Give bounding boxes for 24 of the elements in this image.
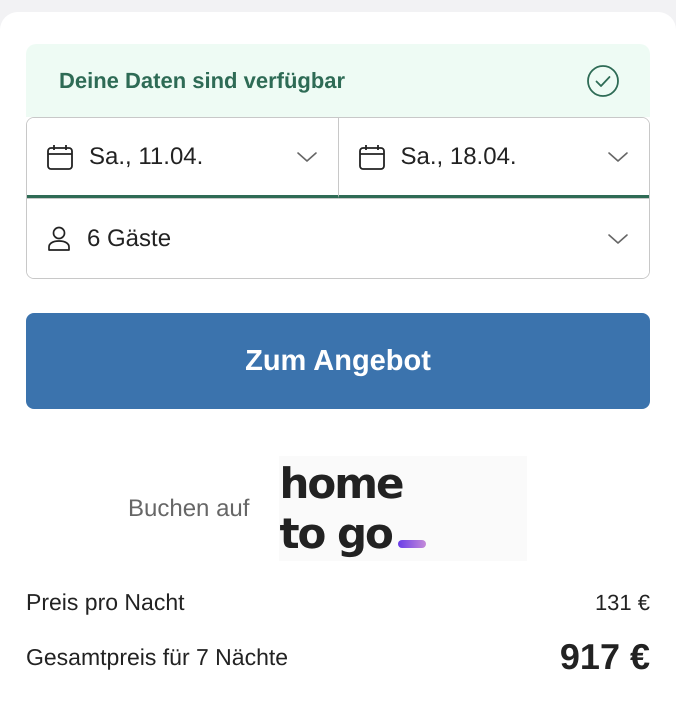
- date-value: Sa., 11.04.: [89, 142, 204, 170]
- booking-label: Buchen auf: [128, 494, 250, 522]
- logo-text: to go: [279, 508, 392, 558]
- person-icon: [47, 226, 71, 252]
- chevron-down-icon: [607, 150, 629, 162]
- calendar-icon: [358, 144, 384, 170]
- logo-underscore-icon: [398, 540, 426, 548]
- guests-value: 6 Gäste: [87, 224, 172, 252]
- price-value: 917 €: [560, 636, 650, 678]
- logo-text: home: [279, 459, 402, 508]
- chevron-down-icon: [296, 150, 318, 162]
- price-label: Gesamtpreis für 7 Nächte: [26, 644, 288, 670]
- date-value: Sa., 18.04.: [400, 142, 518, 170]
- date-field[interactable]: Sa., 11.04.: [27, 118, 338, 198]
- chevron-down-icon: [607, 232, 629, 244]
- price-label: Preis pro Nacht: [26, 589, 185, 616]
- hometogo-logo[interactable]: home to go: [279, 456, 528, 561]
- date-field[interactable]: Sa., 18.04.: [338, 118, 649, 198]
- check-circle-icon: [586, 64, 620, 98]
- calendar-icon: [47, 144, 73, 170]
- price-value: 131 €: [594, 590, 650, 616]
- availability-message: Deine Daten sind verfügbar: [59, 68, 346, 94]
- guests-field[interactable]: 6 Gäste: [27, 198, 649, 278]
- offer-button[interactable]: Zum Angebot: [26, 313, 650, 409]
